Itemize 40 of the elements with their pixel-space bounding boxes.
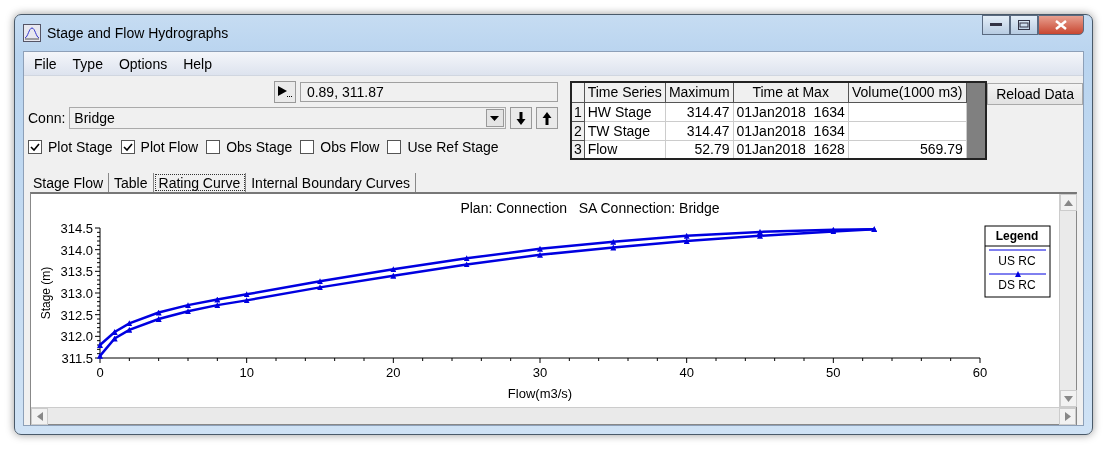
column-header: Time Series [584, 82, 666, 102]
row-number: 3 [570, 140, 585, 159]
x-tick-label: 50 [826, 365, 841, 380]
legend-title: Legend [995, 229, 1039, 243]
y-tick-label: 312.5 [60, 307, 93, 323]
checkbox-label: Obs Stage [226, 139, 293, 155]
window-title: Stage and Flow Hydrographs [47, 25, 230, 41]
column-header: Time at Max [733, 82, 849, 102]
x-tick-label: 30 [532, 365, 548, 380]
table-cell: 01Jan2018 1634 [733, 102, 849, 121]
y-tick-label: 312.0 [60, 329, 93, 345]
checkbox-label: Obs Flow [320, 139, 380, 155]
x-tick-label: 40 [679, 365, 694, 380]
row-number: 1 [570, 102, 585, 121]
table-cell: 01Jan2018 1634 [733, 121, 849, 140]
y-tick-label: 313.0 [60, 286, 93, 301]
legend-label: DS RC [998, 278, 1036, 292]
x-tick-label: 60 [972, 365, 988, 380]
y-tick-label: 314.5 [60, 221, 93, 236]
y-axis-title: Stage (m) [39, 266, 53, 320]
table-cell: 314.47 [665, 102, 734, 121]
y-tick-label: 314.0 [60, 242, 93, 258]
x-axis-title: Flow(m3/s) [507, 386, 573, 401]
legend-label: US RC [998, 254, 1036, 268]
row-number: 2 [570, 121, 585, 140]
y-tick-label: 311.5 [61, 351, 93, 366]
y-tick-label: 313.5 [60, 264, 93, 280]
x-tick-label: 0 [96, 365, 104, 380]
checkbox-label: Plot Stage [48, 139, 113, 155]
table-cell: 314.47 [665, 121, 734, 140]
checkbox-label: Use Ref Stage [407, 139, 499, 155]
conn-label: Conn: [28, 110, 66, 126]
x-tick-label: 10 [239, 365, 254, 380]
table-cell: HW Stage [584, 102, 666, 121]
column-header: Maximum [665, 82, 734, 102]
table-cell: TW Stage [584, 121, 666, 140]
checkbox-label: Plot Flow [140, 139, 199, 155]
chart-title: Plan: Connection SA Connection: Bridge [460, 200, 720, 216]
x-tick-label: 20 [386, 365, 401, 380]
column-header: Volume(1000 m3) [848, 82, 967, 102]
